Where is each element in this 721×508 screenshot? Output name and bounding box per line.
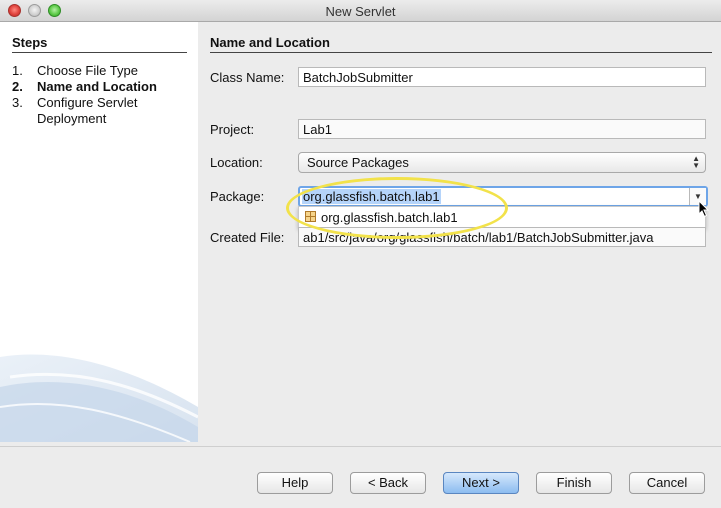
class-name-input[interactable]: BatchJobSubmitter <box>298 67 706 87</box>
window-title: New Servlet <box>325 4 396 19</box>
step-configure-servlet: 3. Configure Servlet <box>12 95 192 111</box>
step-name-and-location: 2. Name and Location <box>12 79 192 95</box>
section-heading: Name and Location <box>210 35 712 53</box>
location-select-value: Source Packages <box>307 155 409 170</box>
new-servlet-dialog: New Servlet Steps 1. Choose File Type 2. N… <box>0 0 721 508</box>
package-suggestion-item[interactable]: org.glassfish.batch.lab1 <box>321 210 458 225</box>
steps-panel: Steps 1. Choose File Type 2. Name and Loca… <box>0 22 198 442</box>
finish-button[interactable]: Finish <box>536 472 612 494</box>
updown-arrows-icon: ▲ ▼ <box>692 154 700 170</box>
cancel-button[interactable]: Cancel <box>629 472 705 494</box>
package-input-selected-text[interactable]: org.glassfish.batch.lab1 <box>302 189 441 204</box>
step-choose-file-type: 1. Choose File Type <box>12 63 192 79</box>
project-label: Project: <box>210 122 255 137</box>
next-button[interactable]: Next > <box>443 472 519 494</box>
step-label: Deployment <box>37 111 107 126</box>
step-label: Configure Servlet <box>37 95 138 110</box>
created-file-field: ab1/src/java/org/glassfish/batch/lab1/Ba… <box>298 227 706 247</box>
created-file-label: Created File: <box>210 230 285 245</box>
package-label: Package: <box>210 189 265 204</box>
title-bar: New Servlet <box>0 0 721 22</box>
footer-divider <box>0 446 721 447</box>
package-suggestion-popup[interactable]: org.glassfish.batch.lab1 <box>298 206 706 228</box>
steps-heading: Steps <box>12 35 187 53</box>
step-number: 3. <box>12 95 23 110</box>
location-select[interactable]: Source Packages ▲ ▼ <box>298 152 706 173</box>
package-icon <box>305 211 316 222</box>
project-field: Lab1 <box>298 119 706 139</box>
location-label: Location: <box>210 155 263 170</box>
package-combobox[interactable]: org.glassfish.batch.lab1 ▼ <box>298 186 708 207</box>
class-name-label: Class Name: <box>210 70 285 85</box>
step-number: 2. <box>12 79 23 94</box>
step-label: Name and Location <box>37 79 157 94</box>
step-number: 1. <box>12 63 23 78</box>
back-button[interactable]: < Back <box>350 472 426 494</box>
step-deployment: Deployment <box>12 111 192 127</box>
help-button[interactable]: Help <box>257 472 333 494</box>
step-label: Choose File Type <box>37 63 138 78</box>
mouse-pointer-icon <box>698 200 710 218</box>
decorative-swoosh-image <box>0 354 198 442</box>
